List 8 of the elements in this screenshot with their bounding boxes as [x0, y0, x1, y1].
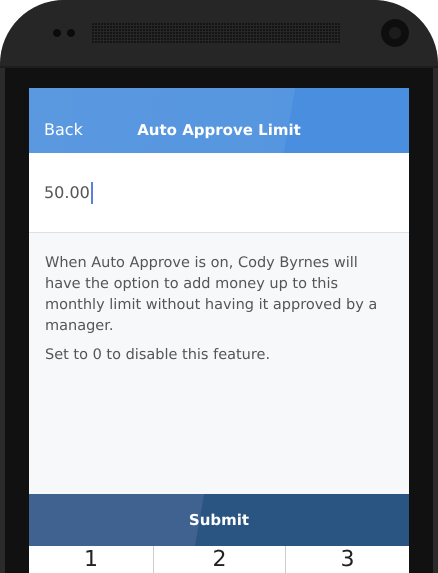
page-title: Auto Approve Limit: [137, 120, 301, 138]
limit-input-field[interactable]: 50.00: [29, 153, 409, 233]
text-cursor: [90, 182, 93, 204]
camera-icon: [380, 18, 410, 48]
description-text: Set to 0 to disable this feature.: [45, 346, 272, 365]
submit-button[interactable]: Submit: [29, 494, 409, 546]
description-text: When Auto Approve is on, Cody Byrnes will have the option to add money up to this monthly limit without having it approved by a manager.: [45, 254, 378, 336]
sensor-icon: [52, 28, 76, 38]
